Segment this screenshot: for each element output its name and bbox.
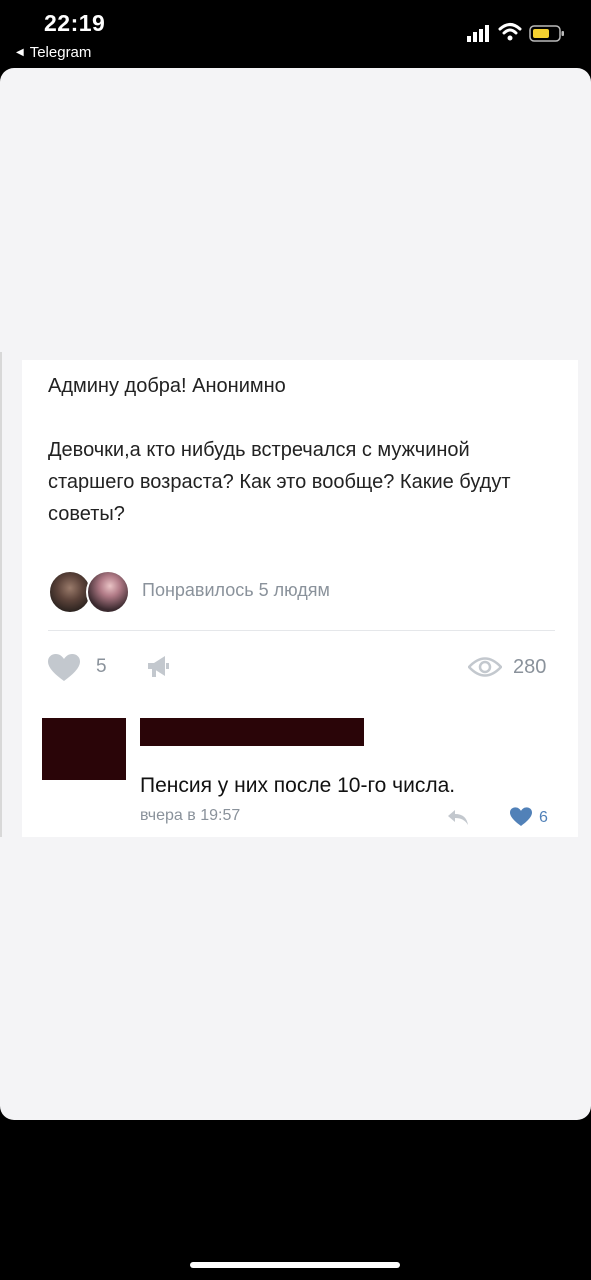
screenshot-post: Админу добра! Анонимно Девочки,а кто ниб…	[22, 360, 578, 837]
comment-timestamp: вчера в 19:57	[140, 807, 241, 824]
status-time: 22:19	[44, 10, 106, 36]
divider	[48, 630, 555, 631]
comment-heart-icon[interactable]	[510, 807, 532, 827]
post-actions: 5 280	[48, 650, 558, 682]
home-indicator[interactable]	[190, 1262, 400, 1268]
share-megaphone-icon[interactable]	[145, 654, 171, 680]
post-header: Админу добра! Анонимно	[48, 375, 286, 397]
battery-icon	[529, 25, 564, 42]
post-body: Девочки,а кто нибудь встречался с мужчин…	[48, 439, 511, 525]
comment-like-count: 6	[539, 809, 548, 826]
redacted-avatar	[42, 718, 126, 780]
wifi-icon	[498, 23, 522, 41]
back-arrow-icon: ◀	[16, 47, 24, 58]
reply-icon[interactable]	[446, 808, 470, 826]
signal-icon	[467, 25, 489, 42]
views-count: 280	[513, 656, 547, 678]
comment-text: Пенсия у них после 10-го числа.	[140, 774, 456, 797]
avatar	[86, 570, 130, 614]
likers-text: Понравилось 5 людям	[142, 580, 330, 600]
back-to-app-button[interactable]: ◀ Telegram	[16, 44, 91, 61]
heart-icon[interactable]	[48, 654, 80, 682]
edge-divider	[0, 352, 2, 837]
likers-row[interactable]: Понравилось 5 людям	[48, 570, 568, 614]
eye-icon	[468, 657, 502, 677]
image-viewer: Админу добра! Анонимно Девочки,а кто ниб…	[0, 68, 591, 1120]
redacted-author-name	[140, 718, 364, 746]
like-count: 5	[96, 656, 107, 677]
status-bar: 22:19 ◀ Telegram	[0, 0, 591, 68]
back-app-label: Telegram	[29, 44, 92, 61]
